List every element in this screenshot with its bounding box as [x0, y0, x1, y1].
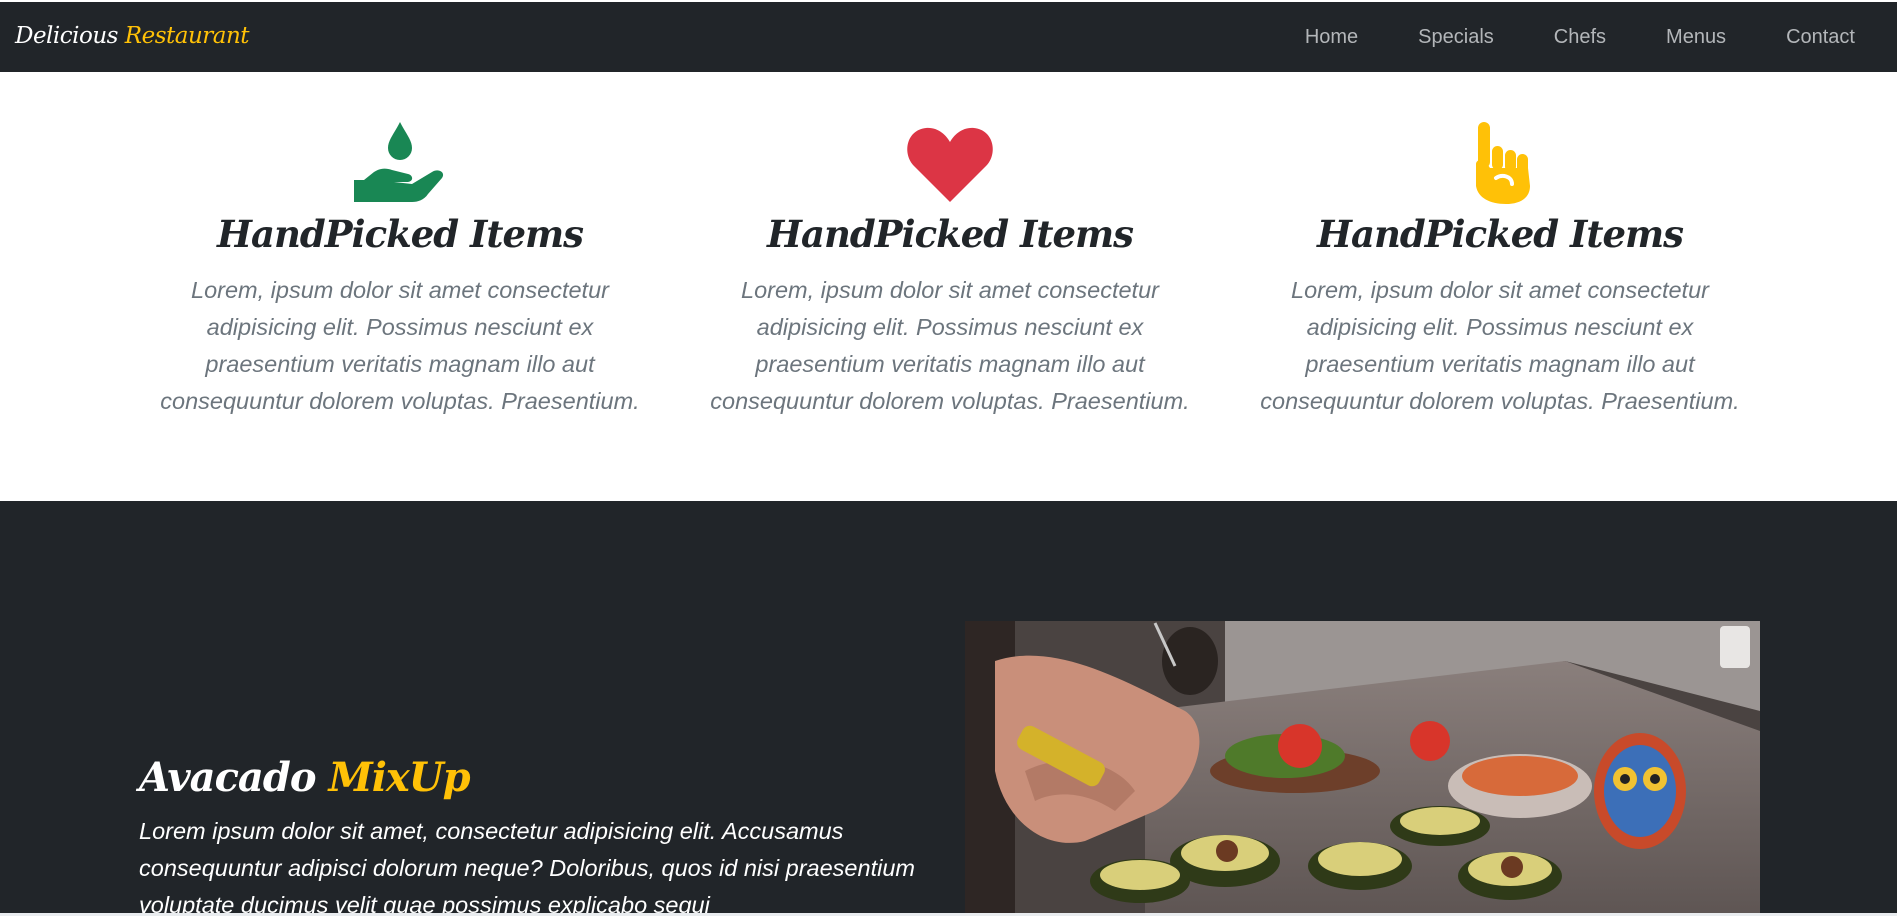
dish-section: Avacado MixUp Lorem ipsum dolor sit amet…	[0, 501, 1897, 918]
hand-holding-droplet-icon	[354, 122, 444, 202]
feature-description: Lorem, ipsum dolor sit amet consectetur …	[1260, 277, 1740, 414]
features-section: HandPicked Items Lorem, ipsum dolor sit …	[0, 72, 1897, 501]
photo-illustration	[965, 621, 1760, 916]
brand-name: Delicious	[15, 23, 118, 49]
feature-description: Lorem, ipsum dolor sit amet consectetur …	[710, 277, 1190, 414]
feature-card: HandPicked Items Lorem, ipsum dolor sit …	[690, 120, 1210, 420]
feature-card: HandPicked Items Lorem, ipsum dolor sit …	[1240, 120, 1760, 420]
top-navbar: Delicious Restaurant Home Specials Chefs…	[0, 2, 1897, 72]
nav-link-home[interactable]: Home	[1305, 26, 1358, 49]
brand-logo[interactable]: Delicious Restaurant	[15, 23, 250, 49]
feature-title: HandPicked Items	[767, 212, 1134, 256]
feature-title: HandPicked Items	[1317, 212, 1684, 256]
feature-title: HandPicked Items	[217, 212, 584, 256]
dish-description: Lorem ipsum dolor sit amet, consectetur …	[139, 818, 915, 918]
nav-link-contact[interactable]: Contact	[1786, 26, 1855, 49]
nav-link-chefs[interactable]: Chefs	[1554, 26, 1606, 49]
avocado-preparation-photo	[965, 621, 1760, 916]
feature-description: Lorem, ipsum dolor sit amet consectetur …	[160, 277, 640, 414]
dish-title-accent: MixUp	[328, 754, 470, 801]
brand-name-accent: Restaurant	[124, 23, 250, 49]
dish-title: Avacado MixUp	[139, 754, 471, 801]
heart-icon	[907, 127, 993, 202]
nav-link-specials[interactable]: Specials	[1418, 26, 1494, 49]
dish-title-main: Avacado	[139, 754, 316, 801]
nav-link-menus[interactable]: Menus	[1666, 26, 1726, 49]
hand-pointing-up-icon	[1476, 122, 1530, 204]
nav-links: Home Specials Chefs Menus Contact	[1245, 2, 1855, 72]
feature-card: HandPicked Items Lorem, ipsum dolor sit …	[140, 120, 660, 420]
